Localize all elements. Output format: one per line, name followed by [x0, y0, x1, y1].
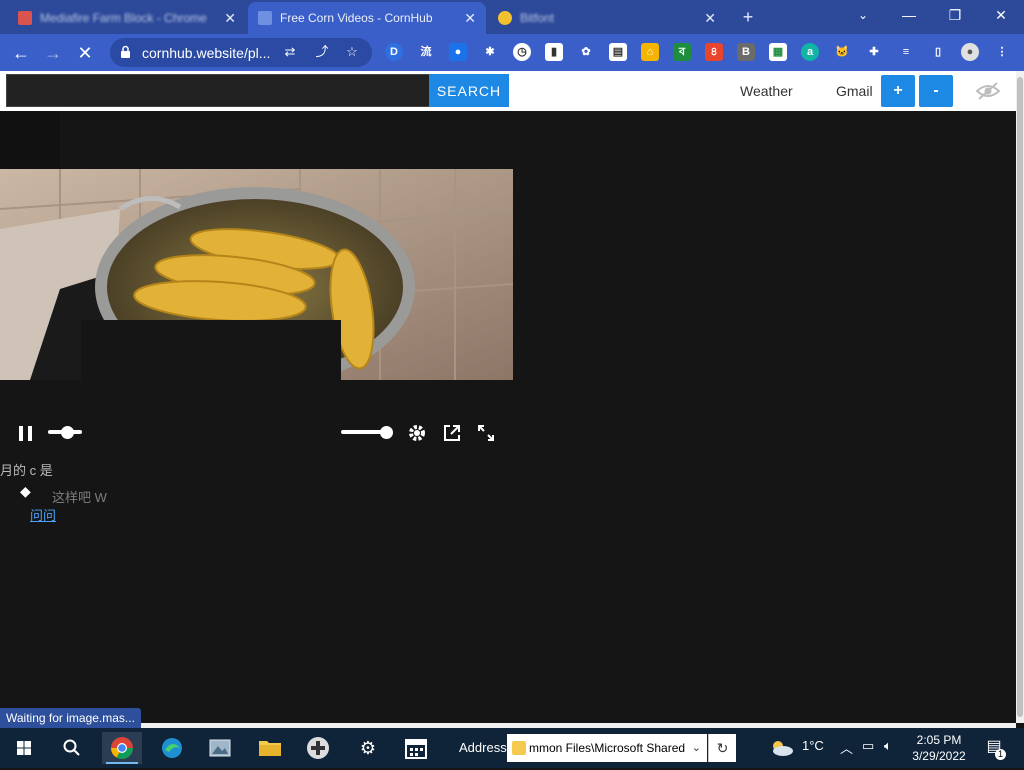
page-content: SEARCH Weather Gmail + - 月的 c 是 ◆ 这样吧 W … [0, 71, 1016, 723]
profile-avatar-icon[interactable]: ● [961, 43, 979, 61]
mediafire-favicon-icon [18, 11, 32, 25]
chrome-taskbar-icon[interactable] [102, 732, 142, 764]
translate-icon[interactable]: ⇄ [282, 44, 298, 60]
tab-cornhub[interactable]: Free Corn Videos - CornHub ✕ [248, 2, 486, 34]
side-panel-icon[interactable]: ▯ [929, 43, 947, 61]
address-toolbar-input[interactable]: mmon Files\Microsoft Shared ⌄ [507, 734, 707, 762]
tab-bitfont[interactable]: Bitfont ✕ [488, 2, 726, 34]
new-tab-icon[interactable]: + [736, 6, 760, 28]
volume-knob[interactable] [380, 426, 393, 439]
extension-home-icon[interactable]: ⌂ [641, 43, 659, 61]
calendar-app-icon[interactable] [396, 732, 436, 764]
show-hidden-icons-chevron-icon[interactable]: ︿ [840, 738, 853, 757]
close-tab-icon[interactable]: ✕ [464, 10, 476, 27]
folder-icon [512, 741, 526, 755]
garbled-text-line: 这样吧 W [52, 490, 107, 505]
minimize-button[interactable]: — [886, 0, 932, 30]
photo-app-icon[interactable] [200, 732, 240, 764]
close-tab-icon[interactable]: ✕ [704, 10, 716, 27]
share-icon[interactable]: ⤴ [314, 44, 330, 60]
forward-arrow-icon[interactable]: → [40, 40, 66, 66]
lock-icon [121, 45, 130, 58]
image-placeholder [0, 111, 60, 169]
progress-knob[interactable] [60, 426, 74, 439]
notifications-icon[interactable]: ▤ 1 [982, 736, 1006, 760]
tab-title: Mediafire Farm Block - Chrome [40, 11, 207, 25]
reading-list-icon[interactable]: ≡ [897, 43, 915, 61]
address-toolbar-label: Address [459, 740, 507, 755]
file-explorer-icon[interactable] [250, 732, 290, 764]
back-arrow-icon[interactable]: ← [8, 40, 34, 66]
tab-search-chevron-icon[interactable]: ⌄ [840, 0, 886, 30]
scrollbar-thumb[interactable] [1017, 77, 1023, 717]
edge-taskbar-icon[interactable] [152, 732, 192, 764]
bookmark-star-icon[interactable]: ☆ [344, 44, 360, 60]
weather-cloud-icon[interactable] [770, 739, 794, 757]
stop-loading-icon[interactable]: ✕ [72, 40, 98, 66]
extension-a-icon[interactable]: a [801, 43, 819, 61]
notification-count: 1 [995, 749, 1006, 760]
refresh-icon[interactable]: ↻ [708, 734, 736, 762]
heart-favicon-icon [498, 11, 512, 25]
extension-d-icon[interactable]: D [385, 43, 403, 61]
garbled-text-line: 月的 c 是 [0, 463, 53, 478]
zoom-in-button[interactable]: + [881, 75, 915, 107]
url-text: cornhub.website/pl... [142, 45, 271, 61]
hide-eye-icon[interactable] [976, 81, 1000, 101]
settings-gear-icon[interactable] [407, 423, 427, 443]
taskbar: ⚙ Address mmon Files\Microsoft Shared ⌄ … [0, 728, 1024, 768]
extension-clock-icon[interactable]: ◷ [513, 43, 531, 61]
extensions-puzzle-icon[interactable]: ✚ [865, 43, 883, 61]
extension-save-icon[interactable]: ▮ [545, 43, 563, 61]
clock-time: 2:05 PM [916, 733, 962, 747]
cornhub-favicon-icon [258, 11, 272, 25]
tab-title: Free Corn Videos - CornHub [280, 11, 433, 25]
extension-doc-icon[interactable]: ▤ [609, 43, 627, 61]
chrome-menu-icon[interactable]: ⋮ [993, 43, 1011, 61]
tab-strip: Mediafire Farm Block - Chrome ✕ Free Cor… [0, 0, 1024, 34]
extension-bengali-icon[interactable]: ব [673, 43, 691, 61]
status-bubble: Waiting for image.mas... [0, 708, 141, 729]
system-clock[interactable]: 2:05 PM 3/29/2022 [906, 732, 972, 764]
gmail-link[interactable]: Gmail [836, 83, 873, 99]
extension-red-icon[interactable]: ৪ [705, 43, 723, 61]
tab-title: Bitfont [520, 11, 555, 25]
extension-cat-icon[interactable]: 🐱 [833, 43, 851, 61]
search-button[interactable]: SEARCH [429, 74, 509, 107]
tab-mediafire[interactable]: Mediafire Farm Block - Chrome ✕ [8, 2, 246, 34]
extension-b-icon[interactable]: B [737, 43, 755, 61]
address-bar[interactable]: cornhub.website/pl... ⇄ ⤴ ☆ [110, 38, 372, 67]
maximize-button[interactable]: ❐ [932, 0, 978, 30]
popout-icon[interactable] [442, 423, 462, 443]
windows-start-icon[interactable] [4, 732, 44, 764]
chevron-down-icon[interactable]: ⌄ [692, 734, 701, 762]
settings-gear-taskbar-icon[interactable]: ⚙ [348, 732, 388, 764]
extension-sheet-icon[interactable]: ▦ [769, 43, 787, 61]
temperature-text[interactable]: 1°C [802, 738, 824, 753]
close-tab-icon[interactable]: ✕ [224, 10, 236, 27]
extension-messenger-icon[interactable]: ● [449, 43, 467, 61]
video-overlay-block [81, 320, 341, 380]
extension-bug-icon[interactable]: ✱ [481, 43, 499, 61]
browser-toolbar: ← → ✕ cornhub.website/pl... ⇄ ⤴ ☆ D 流 ● … [0, 34, 1024, 71]
weather-link[interactable]: Weather [740, 83, 793, 99]
search-input[interactable] [6, 74, 430, 107]
clock-date: 3/29/2022 [912, 749, 966, 763]
diamond-icon[interactable]: ◆ [20, 483, 31, 500]
site-header: SEARCH Weather Gmail + - [0, 71, 1016, 111]
search-icon[interactable] [52, 732, 92, 764]
extension-gear-icon[interactable]: ✿ [577, 43, 595, 61]
volume-icon[interactable]: 🔈︎ [884, 738, 892, 754]
zoom-out-button[interactable]: - [919, 75, 953, 107]
network-icon[interactable]: ▭ [862, 738, 874, 754]
address-toolbar-value: mmon Files\Microsoft Shared [529, 741, 686, 755]
extension-flow-icon[interactable]: 流 [417, 43, 435, 61]
close-window-button[interactable]: ✕ [978, 0, 1024, 30]
gamepad-app-icon[interactable] [298, 732, 338, 764]
vertical-scrollbar[interactable] [1016, 71, 1024, 723]
fullscreen-icon[interactable] [476, 423, 496, 443]
garbled-link[interactable]: 问问 [30, 505, 56, 524]
pause-icon[interactable] [17, 423, 35, 443]
